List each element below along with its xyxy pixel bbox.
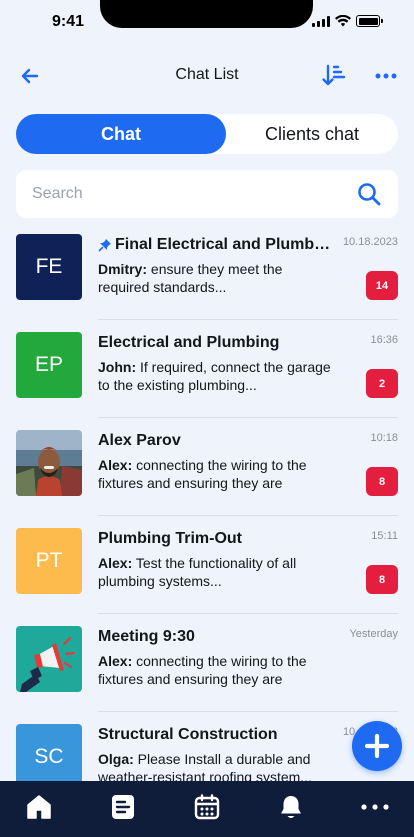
nav-notifications[interactable]	[277, 793, 305, 821]
chat-preview: Alex: connecting the wiring to the fixtu…	[98, 456, 334, 492]
chat-list: FE Final Electrical and Plumbing Install…	[0, 222, 414, 810]
chat-list-item[interactable]: Alex Parov 10:18 Alex: connecting the wi…	[0, 418, 414, 516]
plus-icon	[364, 733, 390, 759]
sort-descending-icon	[322, 64, 346, 86]
chat-title: Final Electrical and Plumbing Installati…	[98, 236, 334, 254]
document-icon	[112, 795, 134, 819]
status-icons	[312, 15, 383, 27]
chat-preview: Alex: connecting the wiring to the fixtu…	[98, 652, 334, 688]
bell-icon	[281, 796, 301, 818]
unread-badge: 14	[366, 271, 398, 300]
tab-clients-chat[interactable]: Clients chat	[226, 114, 398, 154]
chat-title: Electrical and Plumbing	[98, 334, 334, 352]
device-notch	[100, 0, 313, 28]
chat-timestamp: 10:18	[370, 432, 398, 444]
battery-icon	[356, 15, 383, 27]
chat-title: Meeting 9:30	[98, 628, 334, 646]
unread-badge: 8	[366, 565, 398, 594]
chat-avatar: FE	[16, 234, 82, 300]
chat-title-text: Alex Parov	[98, 432, 181, 449]
more-horizontal-icon	[361, 804, 389, 810]
chat-preview: Alex: Test the functionality of all plum…	[98, 554, 334, 590]
chat-list-item[interactable]: PT Plumbing Trim-Out 15:11 Alex: Test th…	[0, 516, 414, 614]
search-icon	[358, 183, 381, 206]
person-photo	[16, 430, 82, 496]
nav-calendar[interactable]	[193, 793, 221, 821]
chat-title-text: Final Electrical and Plumbing Installati…	[115, 236, 334, 253]
search-input[interactable]	[32, 170, 332, 218]
chat-timestamp: Yesterday	[349, 628, 398, 640]
nav-documents[interactable]	[109, 793, 137, 821]
status-time: 9:41	[52, 13, 85, 30]
chat-title-text: Meeting 9:30	[98, 628, 195, 645]
search-bar	[16, 170, 398, 218]
unread-badge: 2	[366, 369, 398, 398]
more-options-button[interactable]	[372, 64, 400, 88]
sort-button[interactable]	[320, 62, 348, 90]
nav-more[interactable]	[361, 793, 389, 821]
chat-title-text: Plumbing Trim-Out	[98, 530, 242, 547]
tab-chat[interactable]: Chat	[16, 114, 226, 154]
status-bar: 9:41	[0, 0, 414, 44]
chat-timestamp: 16:36	[370, 334, 398, 346]
bottom-navigation	[0, 781, 414, 837]
megaphone-icon	[20, 636, 76, 692]
pin-icon	[98, 239, 111, 252]
chat-list-item[interactable]: Meeting 9:30 Yesterday Alex: connecting …	[0, 614, 414, 712]
chat-sender: Alex:	[98, 457, 133, 473]
home-icon	[27, 795, 51, 819]
chat-title: Alex Parov	[98, 432, 334, 450]
chat-title-text: Structural Construction	[98, 726, 278, 743]
new-chat-button[interactable]	[352, 721, 402, 771]
chat-title: Plumbing Trim-Out	[98, 530, 334, 548]
chat-sender: Olga:	[98, 751, 134, 767]
chat-preview: Dmitry: ensure they meet the required st…	[98, 260, 334, 296]
nav-home[interactable]	[25, 793, 53, 821]
chat-avatar: PT	[16, 528, 82, 594]
app-header: Chat List	[0, 56, 414, 96]
chat-sender: Alex:	[98, 555, 133, 571]
user-photo-avatar	[16, 430, 82, 496]
wifi-icon	[335, 15, 351, 27]
chat-preview: John: If required, connect the garage to…	[98, 358, 334, 394]
chat-title: Structural Construction	[98, 726, 334, 744]
chat-sender: John:	[98, 359, 137, 375]
chat-list-item[interactable]: FE Final Electrical and Plumbing Install…	[0, 222, 414, 320]
cellular-signal-icon	[312, 15, 330, 27]
chat-sender: Dmitry:	[98, 261, 148, 277]
unread-badge: 8	[366, 467, 398, 496]
megaphone-avatar	[16, 626, 82, 692]
chat-title-text: Electrical and Plumbing	[98, 334, 280, 351]
page-title: Chat List	[175, 66, 239, 83]
chat-avatar: EP	[16, 332, 82, 398]
chat-timestamp: 15:11	[371, 530, 398, 542]
more-horizontal-icon	[375, 73, 397, 79]
chat-sender: Alex:	[98, 653, 133, 669]
chat-list-item[interactable]: EP Electrical and Plumbing 16:36 John: I…	[0, 320, 414, 418]
calendar-icon	[194, 794, 220, 820]
chat-tabs: Chat Clients chat	[16, 114, 398, 154]
search-button[interactable]	[356, 181, 382, 207]
chat-timestamp: 10.18.2023	[342, 236, 398, 248]
